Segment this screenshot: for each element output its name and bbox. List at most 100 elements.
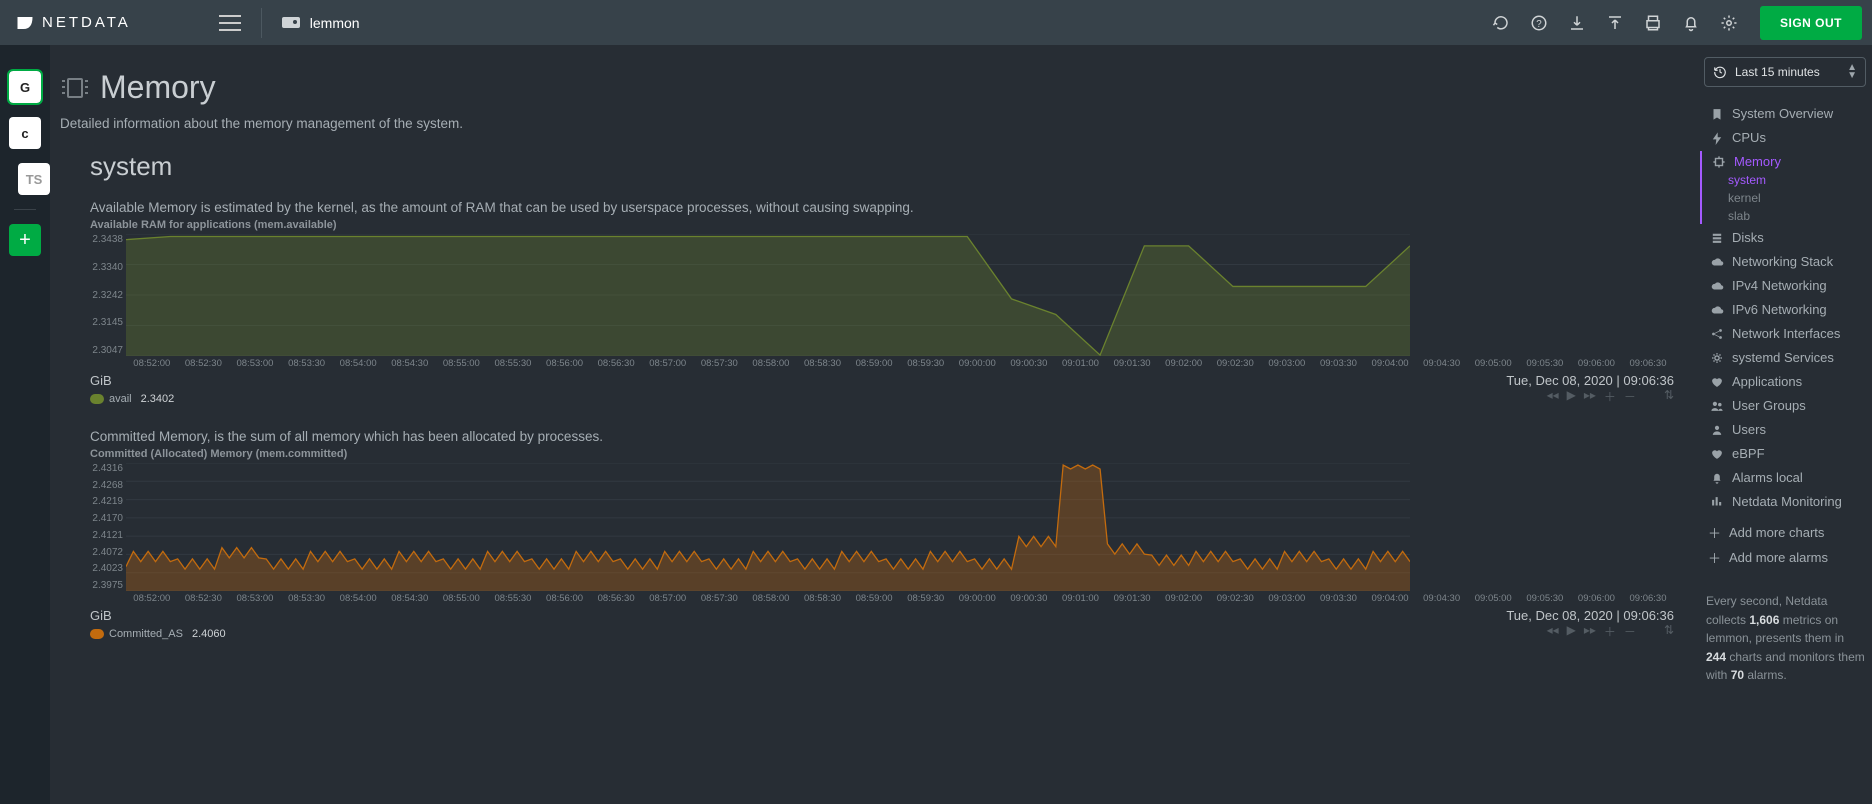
- rewind-icon[interactable]: ◂◂: [1547, 623, 1559, 640]
- user-icon: [1710, 423, 1724, 437]
- refresh-icon[interactable]: [1492, 14, 1510, 32]
- nav-item-networking-stack[interactable]: Networking Stack: [1706, 251, 1866, 272]
- chart-timestamp: Tue, Dec 08, 2020 | 09:06:36: [1506, 608, 1674, 623]
- y-axis-labels: 2.43162.42682.42192.41702.41212.40722.40…: [90, 463, 126, 591]
- chart-timestamp: Tue, Dec 08, 2020 | 09:06:36: [1506, 373, 1674, 388]
- host-selector[interactable]: lemmon: [282, 15, 360, 31]
- section-heading: system: [90, 151, 1704, 182]
- play-icon[interactable]: ▶: [1567, 623, 1576, 640]
- chart-unit: GiB: [90, 608, 112, 623]
- zoomout-icon[interactable]: －: [1624, 388, 1636, 405]
- space-rail: G c TS +: [0, 45, 50, 804]
- chart-canvas[interactable]: [126, 234, 1410, 356]
- subnav-item-system[interactable]: system: [1728, 172, 1866, 188]
- space-button-ts[interactable]: TS: [18, 163, 50, 195]
- legend-name: avail: [109, 393, 132, 405]
- users-icon: [1710, 399, 1724, 413]
- chart-title: Available RAM for applications (mem.avai…: [90, 219, 1674, 231]
- chart-desc: Committed Memory, is the sum of all memo…: [90, 429, 1674, 444]
- chart-legend[interactable]: avail 2.3402: [90, 393, 174, 405]
- plus-icon: ＋: [1708, 548, 1721, 567]
- main-content: Memory Detailed information about the me…: [50, 45, 1704, 804]
- timerange-label: Last 15 minutes: [1735, 65, 1820, 79]
- download-icon[interactable]: [1568, 14, 1586, 32]
- cloud-icon: [1710, 279, 1724, 293]
- x-axis-labels: 08:52:0008:52:3008:53:0008:53:3008:54:00…: [126, 593, 1674, 604]
- subnav-item-kernel[interactable]: kernel: [1728, 190, 1866, 206]
- bolt-icon: [1710, 131, 1724, 145]
- plus-icon: ＋: [1708, 523, 1721, 542]
- bell-icon[interactable]: [1682, 14, 1700, 32]
- fastforward-icon[interactable]: ▸▸: [1584, 623, 1596, 640]
- zoomin-icon[interactable]: ＋: [1604, 623, 1616, 640]
- upload-icon[interactable]: [1606, 14, 1624, 32]
- brand-logo[interactable]: NETDATA: [16, 14, 131, 32]
- nav-item-memory[interactable]: Memory: [1708, 151, 1866, 172]
- host-name: lemmon: [310, 15, 360, 31]
- legend-value: 2.3402: [141, 393, 175, 405]
- bell-icon: [1710, 471, 1724, 485]
- nav-item-netdata-monitoring[interactable]: Netdata Monitoring: [1706, 491, 1866, 512]
- section-nav: System Overview CPUs Memorysystem kernel sla…: [1706, 103, 1866, 512]
- heart-icon: [1710, 447, 1724, 461]
- page-subtitle: Detailed information about the memory ma…: [60, 116, 1704, 131]
- svg-text:?: ?: [1536, 18, 1542, 29]
- resize-icon[interactable]: ⇅: [1664, 623, 1674, 640]
- nav-item-network-interfaces[interactable]: Network Interfaces: [1706, 323, 1866, 344]
- help-icon[interactable]: ?: [1530, 14, 1548, 32]
- rewind-icon[interactable]: ◂◂: [1547, 388, 1559, 405]
- divider: [261, 8, 262, 38]
- page-title-row: Memory: [62, 69, 1704, 106]
- add-alarms-link[interactable]: ＋ Add more alarms: [1706, 545, 1866, 570]
- brand-name: NETDATA: [42, 14, 131, 31]
- fastforward-icon[interactable]: ▸▸: [1584, 388, 1596, 405]
- nav-item-cpus[interactable]: CPUs: [1706, 127, 1866, 148]
- nav-item-ipv4-networking[interactable]: IPv4 Networking: [1706, 275, 1866, 296]
- disk-icon: [1710, 231, 1724, 245]
- bookmark-icon: [1710, 107, 1724, 121]
- legend-swatch: [90, 394, 104, 404]
- zoomin-icon[interactable]: ＋: [1604, 388, 1616, 405]
- chart-legend[interactable]: Committed_AS 2.4060: [90, 628, 226, 640]
- x-axis-labels: 08:52:0008:52:3008:53:0008:53:3008:54:00…: [126, 358, 1674, 369]
- nav-item-ebpf[interactable]: eBPF: [1706, 443, 1866, 464]
- chart-available-ram: Available Memory is estimated by the ker…: [90, 200, 1704, 405]
- timerange-picker[interactable]: Last 15 minutes ▲▼: [1704, 57, 1866, 87]
- header-actions: ?: [1492, 14, 1738, 32]
- legend-name: Committed_AS: [109, 628, 183, 640]
- space-button-g[interactable]: G: [9, 71, 41, 103]
- legend-value: 2.4060: [192, 628, 226, 640]
- share-icon: [1710, 327, 1724, 341]
- nav-item-systemd-services[interactable]: systemd Services: [1706, 347, 1866, 368]
- space-button-c[interactable]: c: [9, 117, 41, 149]
- nav-item-applications[interactable]: Applications: [1706, 371, 1866, 392]
- subnav-item-slab[interactable]: slab: [1728, 208, 1866, 224]
- menu-toggle-button[interactable]: [219, 12, 241, 34]
- nav-item-disks[interactable]: Disks: [1706, 227, 1866, 248]
- nav-item-ipv6-networking[interactable]: IPv6 Networking: [1706, 299, 1866, 320]
- y-axis-labels: 2.34382.33402.32422.31452.3047: [90, 234, 126, 356]
- rail-divider: [14, 209, 36, 210]
- print-icon[interactable]: [1644, 14, 1662, 32]
- chart-canvas[interactable]: [126, 463, 1410, 591]
- zoomout-icon[interactable]: －: [1624, 623, 1636, 640]
- resize-icon[interactable]: ⇅: [1664, 388, 1674, 405]
- nav-item-alarms-local[interactable]: Alarms local: [1706, 467, 1866, 488]
- dropdown-arrows-icon: ▲▼: [1847, 64, 1857, 80]
- app-header: NETDATA lemmon ? SIGN OUT: [0, 0, 1872, 45]
- nav-item-system-overview[interactable]: System Overview: [1706, 103, 1866, 124]
- add-charts-link[interactable]: ＋ Add more charts: [1706, 520, 1866, 545]
- add-space-button[interactable]: +: [9, 224, 41, 256]
- nav-item-users[interactable]: Users: [1706, 419, 1866, 440]
- nav-item-user-groups[interactable]: User Groups: [1706, 395, 1866, 416]
- bars-icon: [1710, 495, 1724, 509]
- signout-button[interactable]: SIGN OUT: [1760, 6, 1862, 40]
- cloud-icon: [1710, 255, 1724, 269]
- heart-icon: [1710, 375, 1724, 389]
- legend-swatch: [90, 629, 104, 639]
- right-sidebar: Last 15 minutes ▲▼ System Overview CPUs Me…: [1704, 45, 1872, 804]
- chart-desc: Available Memory is estimated by the ker…: [90, 200, 1674, 215]
- play-icon[interactable]: ▶: [1567, 388, 1576, 405]
- settings-icon[interactable]: [1720, 14, 1738, 32]
- memory-chip-icon: [62, 74, 88, 102]
